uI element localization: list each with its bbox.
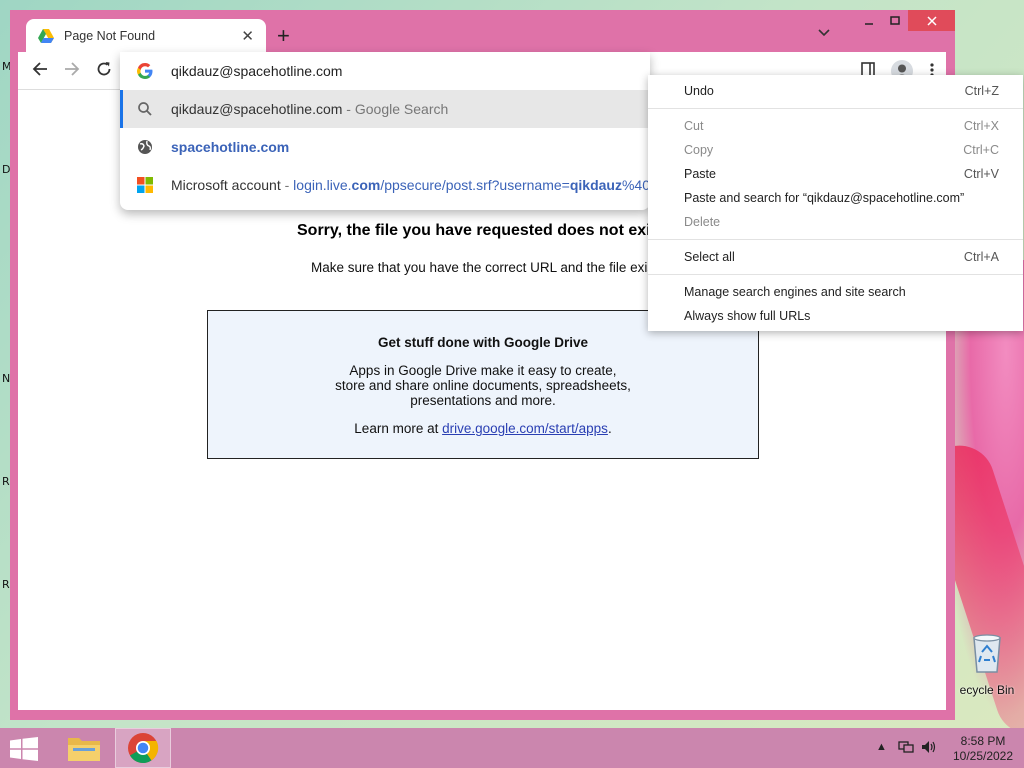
menu-item-copy[interactable]: Copy Ctrl+C bbox=[648, 139, 1023, 161]
omnibox-dropdown: qikdauz@spacehotline.com qikdauz@spaceho… bbox=[120, 52, 650, 210]
recycle-bin[interactable]: ecycle Bin bbox=[950, 630, 1024, 697]
menu-item-label: Cut bbox=[684, 119, 704, 133]
suggestion-sep: - bbox=[342, 101, 355, 117]
desktop-icon-label: N bbox=[2, 372, 11, 385]
desktop-icon-label: R bbox=[2, 578, 10, 591]
learn-more-suffix: . bbox=[607, 421, 612, 436]
minimize-button[interactable] bbox=[856, 10, 882, 31]
context-menu: Undo Ctrl+Z Cut Ctrl+X Copy Ctrl+C Paste… bbox=[648, 75, 1023, 331]
menu-item-label: Delete bbox=[684, 215, 721, 229]
search-icon bbox=[138, 102, 152, 116]
chrome-icon bbox=[128, 733, 159, 764]
menu-item-label: Paste and search for “qikdauz@spacehotli… bbox=[684, 191, 965, 205]
recycle-bin-label: ecycle Bin bbox=[959, 683, 1015, 697]
windows-logo-icon bbox=[10, 737, 38, 761]
show-hidden-icons-icon[interactable]: ▲ bbox=[876, 741, 887, 753]
menu-item-shortcut: Ctrl+A bbox=[963, 250, 999, 264]
taskbar-chrome[interactable] bbox=[115, 728, 171, 768]
back-arrow-icon bbox=[32, 62, 47, 76]
menu-item-shortcut: Ctrl+Z bbox=[964, 84, 999, 98]
suggestion-url-part: login.live. bbox=[293, 177, 352, 193]
menu-item-undo[interactable]: Undo Ctrl+Z bbox=[648, 80, 1023, 102]
browser-tab[interactable]: Page Not Found ✕ bbox=[26, 19, 266, 52]
suggestion-microsoft[interactable]: Microsoft account - login.live.com/ppsec… bbox=[120, 166, 650, 204]
menu-item-manage-search-engines[interactable]: Manage search engines and site search bbox=[648, 281, 1023, 303]
close-tab-icon[interactable]: ✕ bbox=[241, 27, 254, 45]
suggestion-url-part: qikdauz bbox=[569, 177, 622, 193]
menu-divider bbox=[648, 108, 1023, 109]
menu-item-shortcut: Ctrl+C bbox=[963, 143, 999, 157]
address-bar[interactable]: qikdauz@spacehotline.com bbox=[120, 52, 650, 90]
reload-button[interactable] bbox=[96, 61, 112, 82]
globe-icon bbox=[138, 140, 152, 154]
clock-date: 10/25/2022 bbox=[952, 749, 1014, 763]
menu-item-paste-and-search[interactable]: Paste and search for “qikdauz@spacehotli… bbox=[648, 187, 1023, 209]
menu-item-label: Always show full URLs bbox=[684, 309, 811, 323]
taskbar: ▲ 8:58 PM 10/25/2022 bbox=[0, 728, 1024, 768]
suggestion-url-part: /ppsecure/post.srf?username= bbox=[380, 177, 570, 193]
desktop-icon-label: R bbox=[2, 475, 10, 488]
drive-apps-link[interactable]: drive.google.com/start/apps bbox=[442, 421, 608, 436]
suggestion-site[interactable]: spacehotline.com bbox=[120, 128, 650, 166]
menu-item-label: Manage search engines and site search bbox=[684, 285, 906, 299]
drive-promo-box: Get stuff done with Google Drive Apps in… bbox=[207, 310, 759, 459]
recycle-bin-icon bbox=[973, 634, 1001, 673]
error-subtext: Make sure that you have the correct URL … bbox=[311, 260, 665, 275]
menu-item-label: Copy bbox=[684, 143, 714, 157]
forward-button[interactable] bbox=[64, 61, 80, 82]
suggestion-secondary: Google Search bbox=[354, 101, 449, 117]
menu-item-cut[interactable]: Cut Ctrl+X bbox=[648, 115, 1023, 137]
close-window-button[interactable] bbox=[908, 10, 955, 31]
volume-icon[interactable] bbox=[921, 740, 937, 754]
suggestion-main: Microsoft account bbox=[171, 177, 281, 193]
start-button[interactable] bbox=[10, 737, 38, 766]
menu-item-show-full-urls[interactable]: Always show full URLs bbox=[648, 305, 1023, 327]
system-tray: ▲ bbox=[876, 740, 937, 754]
minimize-icon bbox=[865, 22, 873, 25]
back-button[interactable] bbox=[32, 61, 48, 82]
menu-item-label: Select all bbox=[684, 250, 735, 264]
forward-arrow-icon bbox=[65, 62, 80, 76]
suggestion-url-part: %40 bbox=[621, 177, 650, 193]
google-g-icon bbox=[137, 63, 153, 79]
taskbar-clock[interactable]: 8:58 PM 10/25/2022 bbox=[948, 734, 1018, 764]
menu-divider bbox=[648, 274, 1023, 275]
menu-item-label: Undo bbox=[684, 84, 714, 98]
clock-time: 8:58 PM bbox=[960, 734, 1006, 748]
menu-divider bbox=[648, 239, 1023, 240]
suggestion-search[interactable]: qikdauz@spacehotline.com - Google Search bbox=[120, 90, 650, 128]
google-drive-icon bbox=[38, 28, 54, 43]
chevron-down-icon bbox=[818, 29, 830, 37]
suggestion-sep: - bbox=[280, 177, 294, 193]
suggestion-url-part: com bbox=[351, 177, 381, 193]
learn-more-prefix: Learn more at bbox=[354, 421, 443, 436]
network-icon[interactable] bbox=[898, 740, 914, 754]
tab-search-button[interactable] bbox=[818, 24, 830, 40]
menu-item-shortcut: Ctrl+V bbox=[963, 167, 999, 181]
suggestion-main: spacehotline.com bbox=[171, 139, 290, 155]
new-tab-button[interactable]: + bbox=[277, 23, 290, 49]
menu-item-shortcut: Ctrl+X bbox=[963, 119, 999, 133]
error-heading: Sorry, the file you have requested does … bbox=[297, 222, 651, 239]
maximize-button[interactable] bbox=[882, 10, 908, 31]
menu-item-select-all[interactable]: Select all Ctrl+A bbox=[648, 246, 1023, 268]
drive-promo-body: Apps in Google Drive make it easy to cre… bbox=[335, 363, 631, 408]
menu-item-delete[interactable]: Delete bbox=[648, 211, 1023, 233]
drive-promo-title: Get stuff done with Google Drive bbox=[377, 335, 588, 350]
reload-icon bbox=[97, 62, 111, 76]
suggestion-main: qikdauz@spacehotline.com bbox=[171, 101, 343, 117]
address-text: qikdauz@spacehotline.com bbox=[171, 63, 343, 79]
menu-item-label: Paste bbox=[684, 167, 716, 181]
microsoft-icon bbox=[137, 177, 153, 193]
window-controls bbox=[856, 10, 955, 31]
folder-icon bbox=[68, 738, 100, 761]
taskbar-file-explorer[interactable] bbox=[56, 728, 112, 768]
tab-title: Page Not Found bbox=[64, 28, 156, 43]
learn-more-line: Learn more at drive.google.com/start/app… bbox=[208, 421, 758, 436]
menu-item-paste[interactable]: Paste Ctrl+V bbox=[648, 163, 1023, 185]
maximize-icon bbox=[890, 15, 900, 25]
close-icon bbox=[926, 15, 937, 26]
